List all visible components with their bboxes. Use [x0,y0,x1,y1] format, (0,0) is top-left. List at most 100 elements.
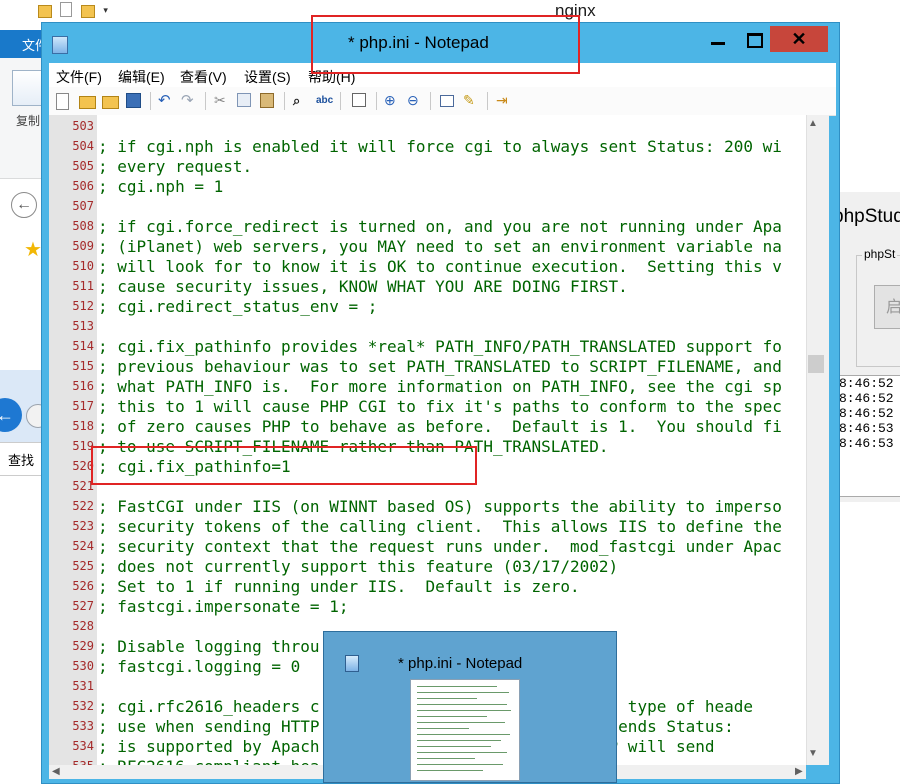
code-line[interactable]: ; will look for to know it is OK to cont… [98,257,804,276]
thumbnail-text-line [417,734,510,735]
thumbnail-text-line [417,710,511,711]
phpstudy-group-label: phpSt [862,247,898,261]
code-line[interactable]: ; Set to 1 if running under IIS. Default… [98,577,804,596]
log-time: 8:46:52 [839,391,894,406]
code-line[interactable]: ; (iPlanet) web servers, you MAY need to… [98,237,804,256]
code-line[interactable]: ; does not currently support this featur… [98,557,804,576]
code-line[interactable]: ; this to 1 will cause PHP CGI to fix it… [98,397,804,416]
scroll-left-icon[interactable]: ◀ [52,766,60,777]
code-line[interactable]: ; FastCGI under IIS (on WINNT based OS) … [98,497,804,516]
line-number: 504 [72,139,94,153]
new-folder-icon[interactable] [80,5,95,18]
find-label[interactable]: 查找 [8,450,34,469]
maximize-button[interactable] [737,26,773,52]
code-line[interactable]: ; cgi.nph = 1 [98,177,804,196]
copy-icon[interactable] [12,70,44,106]
goto-icon[interactable] [352,93,366,107]
thumbnail-text-line [417,698,477,699]
cut-icon[interactable]: ✂ [214,93,229,108]
exit-icon[interactable]: ⇥ [496,93,511,108]
line-number: 529 [72,639,94,653]
thumbnail-image[interactable] [410,679,520,781]
line-number: 526 [72,579,94,593]
thumbnail-text-line [417,704,507,705]
code-line[interactable]: ; what PATH_INFO is. For more informatio… [98,377,804,396]
thumbnail-text-line [417,770,483,771]
menu-view[interactable]: 查看(V) [180,67,227,87]
favorites-star-icon[interactable]: ★ [24,237,42,262]
line-number: 527 [72,599,94,613]
line-number: 533 [72,719,94,733]
menu-edit[interactable]: 编辑(E) [118,67,165,87]
toolbar-separator [487,92,488,110]
properties-icon[interactable] [60,2,73,17]
save-icon[interactable] [126,93,141,108]
code-line[interactable]: ; security context that the request runs… [98,537,804,556]
line-number: 522 [72,499,94,513]
line-number: 509 [72,239,94,253]
close-button[interactable]: ✕ [770,26,828,52]
menu-file[interactable]: 文件(F) [56,67,102,87]
code-line[interactable]: ; if cgi.force_redirect is turned on, an… [98,217,804,236]
code-line[interactable]: ; cause security issues, KNOW WHAT YOU A… [98,277,804,296]
thumbnail-text-line [417,722,505,723]
scroll-down-icon[interactable]: ▼ [808,748,818,759]
minimize-icon [711,42,725,45]
new-file-icon[interactable] [56,93,69,110]
line-number: 519 [72,439,94,453]
zoom-out-icon[interactable]: ⊖ [407,93,422,108]
open-file-icon[interactable] [79,96,96,109]
word-wrap-icon[interactable] [440,95,454,107]
line-number: 513 [72,319,94,333]
highlight-box-title [311,15,580,74]
minimize-button[interactable] [700,26,736,52]
phpstudy-start-label[interactable]: 启 [886,293,900,317]
log-time: 8:46:52 [839,406,894,421]
folder-icon[interactable] [38,5,52,18]
code-line[interactable]: ; fastcgi.impersonate = 1; [98,597,804,616]
copy-icon[interactable] [237,93,251,107]
back-button[interactable]: ← [11,192,37,218]
code-line[interactable]: ; every request. [98,157,804,176]
line-number: 532 [72,699,94,713]
find-icon[interactable]: ⌕ [293,93,308,108]
code-line[interactable]: ; previous behaviour was to set PATH_TRA… [98,357,804,376]
code-line[interactable]: ; if cgi.nph is enabled it will force cg… [98,137,804,156]
line-number: 517 [72,399,94,413]
code-line[interactable]: ; security tokens of the calling client.… [98,517,804,536]
line-number: 508 [72,219,94,233]
toolbar-separator [376,92,377,110]
line-number: 510 [72,259,94,273]
copy-button-label[interactable]: 复制 [16,112,40,129]
phpstudy-title: phpStudy [833,206,900,227]
redo-icon[interactable]: ↷ [181,93,196,108]
code-line[interactable]: ; of zero causes PHP to behave as before… [98,417,804,436]
replace-icon[interactable]: abc [316,93,333,108]
scroll-up-icon[interactable]: ▲ [808,118,818,129]
vertical-scrollbar[interactable] [806,115,829,765]
code-line[interactable]: ; cgi.redirect_status_env = ; [98,297,804,316]
notepad-app-icon [345,655,359,672]
zoom-in-icon[interactable]: ⊕ [384,93,399,108]
scroll-right-icon[interactable]: ▶ [795,766,803,777]
scrollbar-thumb[interactable] [808,355,824,373]
thumbnail-text-line [417,746,491,747]
menu-settings[interactable]: 设置(S) [244,67,291,87]
phpstudy-log: 8:46:52 8:46:52 8:46:52 8:46:53 8:46:53 [836,375,900,497]
code-line[interactable]: ; cgi.fix_pathinfo provides *real* PATH_… [98,337,804,356]
settings-icon[interactable]: ✎ [463,93,478,108]
log-time: 8:46:53 [839,421,894,436]
chevron-down-icon[interactable]: ▾ [103,2,113,18]
close-icon: ✕ [791,29,807,49]
thumbnail-text-line [417,758,475,759]
quick-access-toolbar[interactable]: ▾ [38,2,117,20]
notepad-app-icon[interactable] [52,36,68,54]
line-number: 525 [72,559,94,573]
line-number: 505 [72,159,94,173]
thumbnail-text-line [417,686,497,687]
undo-icon[interactable]: ↶ [158,93,173,108]
line-number: 521 [72,479,94,493]
line-number: 524 [72,539,94,553]
open-folder-icon[interactable] [102,96,119,109]
paste-icon[interactable] [260,93,274,108]
